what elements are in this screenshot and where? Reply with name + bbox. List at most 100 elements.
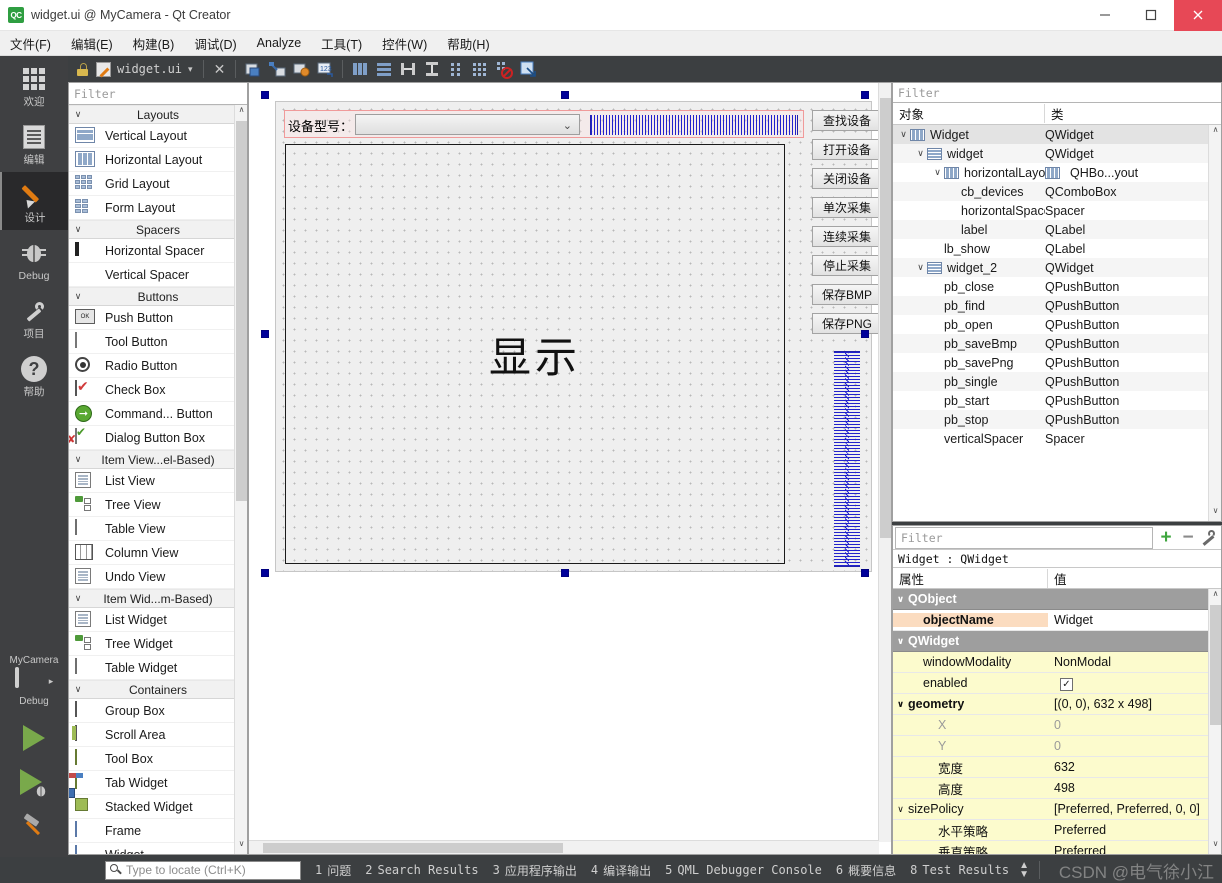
object-inspector-row-pb-savepng[interactable]: pb_savePng QPushButton	[893, 353, 1221, 372]
close-button[interactable]	[1174, 0, 1222, 31]
column-header-value[interactable]: 值	[1048, 569, 1221, 588]
pb-open[interactable]: 打开设备	[812, 139, 882, 160]
object-inspector-row-pb-stop[interactable]: pb_stop QPushButton	[893, 410, 1221, 429]
edit-widgets-icon[interactable]	[242, 58, 264, 80]
object-inspector-row-pb-close[interactable]: pb_close QPushButton	[893, 277, 1221, 296]
chevron-down-icon[interactable]: ▾	[184, 64, 197, 75]
sidebar-item-projects[interactable]: 项目	[0, 288, 68, 346]
property-editor-scrollbar[interactable]: ∧ ∨	[1208, 589, 1221, 854]
chevron-down-icon[interactable]: ∨	[931, 167, 944, 178]
widget-box-item-table-widget[interactable]: Table Widget	[69, 656, 247, 680]
output-pane-toggle-button[interactable]: ▲ ▼	[1019, 861, 1029, 880]
object-inspector-row-pb-single[interactable]: pb_single QPushButton	[893, 372, 1221, 391]
add-dynamic-property-button[interactable]: +	[1155, 528, 1177, 547]
maximize-button[interactable]	[1128, 0, 1174, 31]
remove-dynamic-property-button[interactable]: −	[1177, 528, 1199, 547]
object-inspector-row-pb-find[interactable]: pb_find QPushButton	[893, 296, 1221, 315]
property-row-enabled[interactable]: enabled ✓	[893, 673, 1221, 694]
column-header-class[interactable]: 类	[1045, 104, 1221, 123]
pb-find[interactable]: 查找设备	[812, 110, 882, 131]
column-header-property[interactable]: 属性	[893, 568, 1048, 588]
start-debugging-button[interactable]	[0, 760, 68, 804]
property-value-cell[interactable]: 498	[1048, 781, 1221, 795]
chevron-down-icon[interactable]: ∨	[893, 699, 908, 710]
output-pane-button-1[interactable]: 1 问题	[315, 862, 351, 879]
property-value-cell[interactable]: [(0, 0), 632 x 498]	[1048, 697, 1221, 711]
property-row-[interactable]: 宽度 632	[893, 757, 1221, 778]
edit-signals-slots-icon[interactable]	[266, 58, 288, 80]
object-inspector-rows[interactable]: ∨ Widget QWidget ∨ widget QWidget ∨ horizontalL…	[893, 125, 1221, 521]
menu-debug[interactable]: 调试(D)	[184, 31, 246, 56]
output-pane-button-6[interactable]: 6 概要信息	[836, 862, 896, 879]
form-editor-canvas[interactable]: 设备型号： ⌄ 显示 查找设备 打开设备 关闭设备 单次采集 连续采集 停止采集 保存BMP…	[248, 82, 892, 855]
menu-edit[interactable]: 编辑(E)	[61, 31, 123, 56]
property-value-cell[interactable]: Preferred	[1048, 823, 1221, 837]
lb-show-display-label[interactable]: 显示	[285, 144, 785, 564]
pb-savebmp[interactable]: 保存BMP	[812, 284, 882, 305]
lock-icon[interactable]	[72, 58, 94, 80]
pb-stop[interactable]: 停止采集	[812, 255, 882, 276]
property-row-[interactable]: 垂直策略 Preferred	[893, 841, 1221, 854]
selection-handle-bottom-right[interactable]	[861, 569, 869, 577]
widget-box-category-buttons[interactable]: ∨ Buttons	[69, 287, 247, 306]
object-inspector-row-pb-savebmp[interactable]: pb_saveBmp QPushButton	[893, 334, 1221, 353]
widget-box-item-radio-button[interactable]: Radio Button	[69, 354, 247, 378]
widget-box-category-containers[interactable]: ∨ Containers	[69, 680, 247, 699]
property-row-qobject[interactable]: ∨ QObject	[893, 589, 1221, 610]
property-value-cell[interactable]: Preferred	[1048, 844, 1221, 854]
object-inspector-row-label[interactable]: label QLabel	[893, 220, 1221, 239]
adjust-size-icon[interactable]	[517, 58, 539, 80]
sidebar-item-help[interactable]: ? 帮助	[0, 346, 68, 404]
chevron-down-icon[interactable]: ∨	[893, 804, 908, 815]
sidebar-item-edit[interactable]: 编辑	[0, 114, 68, 172]
pb-single[interactable]: 单次采集	[812, 197, 882, 218]
canvas-vertical-scrollbar[interactable]	[878, 83, 891, 842]
object-inspector-row-pb-start[interactable]: pb_start QPushButton	[893, 391, 1221, 410]
widget-box-item-check-box[interactable]: Check Box	[69, 378, 247, 402]
pb-close[interactable]: 关闭设备	[812, 168, 882, 189]
property-editor-filter-input[interactable]: Filter	[895, 526, 1153, 549]
widget-box-item-dialog-button-box[interactable]: Dialog Button Box	[69, 426, 247, 450]
selection-handle-top-right[interactable]	[861, 91, 869, 99]
property-row-y[interactable]: Y0	[893, 736, 1221, 757]
selection-handle-top-left[interactable]	[261, 91, 269, 99]
scroll-up-arrow-icon[interactable]: ∧	[1209, 589, 1221, 604]
column-header-object[interactable]: 对象	[893, 104, 1045, 123]
canvas-vscroll-thumb[interactable]	[880, 98, 891, 538]
widget-box-item-undo-view[interactable]: Undo View	[69, 565, 247, 589]
chevron-down-icon[interactable]: ∨	[893, 636, 908, 647]
object-inspector-row-pb-open[interactable]: pb_open QPushButton	[893, 315, 1221, 334]
property-row-[interactable]: 水平策略 Preferred	[893, 820, 1221, 841]
widget-box-item-stacked-widget[interactable]: Stacked Widget	[69, 788, 247, 819]
widget-box-item-form-layout[interactable]: Form Layout	[69, 196, 247, 220]
object-inspector-row-horizontalspacer[interactable]: horizontalSpacerSpacer	[893, 201, 1221, 220]
output-pane-button-5[interactable]: 5 QML Debugger Console	[665, 863, 822, 877]
horizontal-spacer-visual[interactable]	[590, 115, 798, 135]
widget-box-item-vertical-layout[interactable]: Vertical Layout	[69, 124, 247, 148]
scroll-down-arrow-icon[interactable]: ∨	[1209, 839, 1221, 854]
object-inspector-row-horizontallayout-2[interactable]: ∨ horizontalLayout_2 QHBo...yout	[893, 163, 1221, 182]
layout-grid-icon[interactable]	[469, 58, 491, 80]
chevron-down-icon[interactable]: ∨	[914, 148, 927, 159]
widget-box-item-widget[interactable]: Widget	[69, 843, 247, 854]
cb-devices-combobox[interactable]: ⌄	[355, 114, 580, 135]
output-pane-button-3[interactable]: 3 应用程序输出	[493, 862, 577, 879]
widget-box-item-column-view[interactable]: Column View	[69, 541, 247, 565]
object-inspector-row-lb-show[interactable]: lb_show QLabel	[893, 239, 1221, 258]
canvas-hscroll-thumb[interactable]	[263, 843, 563, 853]
widget-box-item-horizontal-layout[interactable]: Horizontal Layout	[69, 148, 247, 172]
close-document-button[interactable]: ✕	[210, 61, 230, 78]
widget-box-item-frame[interactable]: Frame	[69, 819, 247, 843]
widget-box-item-group-box[interactable]: Group Box	[69, 699, 247, 723]
selection-handle-bottom-left[interactable]	[261, 569, 269, 577]
sidebar-item-welcome[interactable]: 欢迎	[0, 56, 68, 114]
layout-vertically-icon[interactable]	[373, 58, 395, 80]
property-row-sizepolicy[interactable]: ∨ sizePolicy [Preferred, Preferred, 0, 0]	[893, 799, 1221, 820]
selection-handle-mid-left[interactable]	[261, 330, 269, 338]
output-pane-button-4[interactable]: 4 编译输出	[591, 862, 651, 879]
scroll-up-arrow-icon[interactable]: ∧	[235, 105, 247, 120]
chevron-down-icon[interactable]: ∨	[914, 262, 927, 273]
edit-tab-order-icon[interactable]: 123	[314, 58, 336, 80]
pb-start[interactable]: 连续采集	[812, 226, 882, 247]
menu-window[interactable]: 控件(W)	[372, 31, 437, 56]
